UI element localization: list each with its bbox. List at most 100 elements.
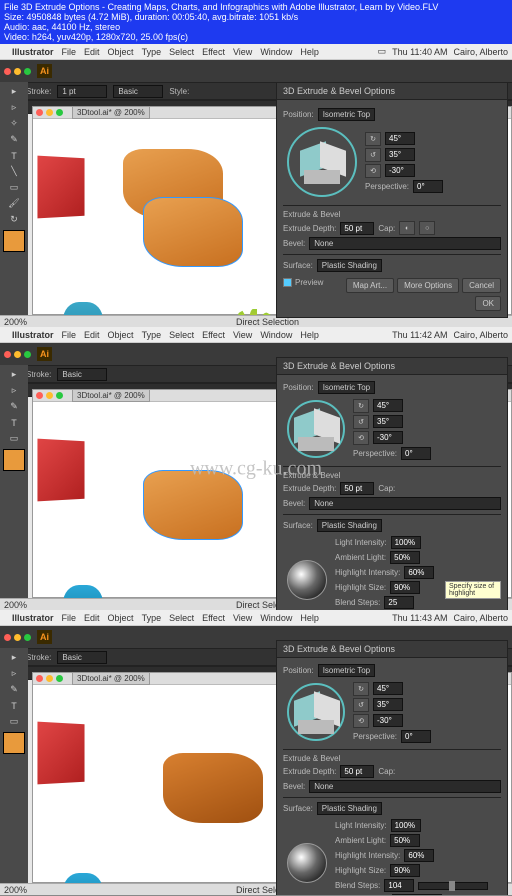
view-menu[interactable]: View: [233, 330, 252, 340]
ok-button[interactable]: OK: [475, 296, 501, 311]
x-axis-icon[interactable]: ↻: [365, 132, 381, 146]
effect-menu[interactable]: Effect: [202, 330, 225, 340]
user-name[interactable]: Cairo, Alberto: [453, 330, 508, 340]
depth-input[interactable]: 50 pt: [340, 765, 374, 778]
cap-off-icon[interactable]: ○: [419, 221, 435, 235]
type-menu[interactable]: Type: [142, 613, 162, 623]
depth-input[interactable]: 50 pt: [340, 482, 374, 495]
help-menu[interactable]: Help: [300, 330, 319, 340]
window-menu[interactable]: Window: [260, 47, 292, 57]
x-angle-input[interactable]: 45°: [385, 132, 415, 145]
edit-menu[interactable]: Edit: [84, 613, 100, 623]
file-menu[interactable]: File: [62, 613, 77, 623]
object-menu[interactable]: Object: [108, 613, 134, 623]
orientation-cube[interactable]: [287, 683, 345, 741]
y-axis-icon[interactable]: ↺: [353, 698, 369, 712]
zoom-level[interactable]: 200%: [4, 317, 27, 327]
map-art-button[interactable]: Map Art...: [346, 278, 394, 293]
pen-tool-icon[interactable]: ✎: [2, 132, 26, 147]
window-menu[interactable]: Window: [260, 613, 292, 623]
z-axis-icon[interactable]: ⟲: [353, 714, 369, 728]
red-shape[interactable]: [37, 722, 84, 785]
light-sphere[interactable]: [287, 843, 327, 883]
zoom-level[interactable]: 200%: [4, 885, 27, 895]
position-select[interactable]: Isometric Top: [318, 664, 375, 677]
bevel-select[interactable]: None: [309, 237, 501, 250]
blend-steps-input[interactable]: 104: [384, 879, 414, 892]
doc-close-icon[interactable]: [36, 675, 43, 682]
doc-tab[interactable]: 3Dtool.ai* @ 200%: [72, 389, 150, 402]
orientation-cube[interactable]: [287, 127, 357, 197]
highlight-size-input[interactable]: 90%: [390, 864, 420, 877]
help-menu[interactable]: Help: [300, 47, 319, 57]
surface-select[interactable]: Plastic Shading: [317, 802, 382, 815]
help-menu[interactable]: Help: [300, 613, 319, 623]
user-name[interactable]: Cairo, Alberto: [453, 47, 508, 57]
selection-tool-icon[interactable]: ▸: [2, 650, 26, 665]
cap-on-icon[interactable]: ◐: [399, 221, 415, 235]
doc-close-icon[interactable]: [36, 109, 43, 116]
highlight-int-input[interactable]: 60%: [404, 566, 434, 579]
light-intensity-input[interactable]: 100%: [391, 819, 421, 832]
effect-menu[interactable]: Effect: [202, 613, 225, 623]
object-menu[interactable]: Object: [108, 330, 134, 340]
rect-tool-icon[interactable]: ▭: [2, 180, 26, 195]
orange-shape-selected[interactable]: [143, 197, 243, 267]
y-angle-input[interactable]: 35°: [373, 415, 403, 428]
type-menu[interactable]: Type: [142, 330, 162, 340]
z-angle-input[interactable]: -30°: [385, 164, 415, 177]
user-name[interactable]: Cairo, Alberto: [453, 613, 508, 623]
pen-tool-icon[interactable]: ✎: [2, 399, 26, 414]
selection-tool-icon[interactable]: ▸: [2, 367, 26, 382]
doc-zoom-icon[interactable]: [56, 392, 63, 399]
x-axis-icon[interactable]: ↻: [353, 682, 369, 696]
z-angle-input[interactable]: -30°: [373, 431, 403, 444]
orientation-cube[interactable]: [287, 400, 345, 458]
ambient-input[interactable]: 50%: [390, 551, 420, 564]
edit-menu[interactable]: Edit: [84, 330, 100, 340]
position-select[interactable]: Isometric Top: [318, 381, 375, 394]
y-axis-icon[interactable]: ↺: [353, 415, 369, 429]
orange-shape-selected[interactable]: [163, 753, 263, 823]
perspective-input[interactable]: 0°: [413, 180, 443, 193]
type-tool-icon[interactable]: T: [2, 415, 26, 430]
bevel-select[interactable]: None: [309, 497, 501, 510]
brush-preset[interactable]: Basic: [113, 85, 163, 98]
perspective-input[interactable]: 0°: [401, 730, 431, 743]
doc-close-icon[interactable]: [36, 392, 43, 399]
battery-icon[interactable]: ▭: [378, 46, 387, 57]
position-select[interactable]: Isometric Top: [318, 108, 375, 121]
light-sphere[interactable]: [287, 560, 327, 600]
window-controls[interactable]: [4, 634, 31, 641]
doc-min-icon[interactable]: [46, 109, 53, 116]
edit-menu[interactable]: Edit: [84, 47, 100, 57]
window-menu[interactable]: Window: [260, 330, 292, 340]
app-menu[interactable]: Illustrator: [12, 613, 54, 623]
doc-min-icon[interactable]: [46, 675, 53, 682]
line-tool-icon[interactable]: ╲: [2, 164, 26, 179]
pen-tool-icon[interactable]: ✎: [2, 682, 26, 697]
bevel-select[interactable]: None: [309, 780, 501, 793]
zoom-level[interactable]: 200%: [4, 600, 27, 610]
fill-color-swatch[interactable]: [3, 449, 25, 471]
direct-selection-tool-icon[interactable]: ▹: [2, 100, 26, 115]
select-menu[interactable]: Select: [169, 330, 194, 340]
direct-selection-tool-icon[interactable]: ▹: [2, 666, 26, 681]
window-controls[interactable]: [4, 351, 31, 358]
type-menu[interactable]: Type: [142, 47, 162, 57]
direct-selection-tool-icon[interactable]: ▹: [2, 383, 26, 398]
orange-shape-selected[interactable]: [143, 470, 243, 540]
depth-input[interactable]: 50 pt: [340, 222, 374, 235]
brush-tool-icon[interactable]: 🖌: [2, 196, 26, 211]
surface-select[interactable]: Plastic Shading: [317, 259, 382, 272]
perspective-input[interactable]: 0°: [401, 447, 431, 460]
x-axis-icon[interactable]: ↻: [353, 399, 369, 413]
cancel-button[interactable]: Cancel: [462, 278, 501, 293]
blend-steps-input[interactable]: 25: [384, 596, 414, 609]
highlight-int-input[interactable]: 60%: [404, 849, 434, 862]
stroke-weight[interactable]: 1 pt: [57, 85, 107, 98]
rotate-tool-icon[interactable]: ↻: [2, 212, 26, 227]
type-tool-icon[interactable]: T: [2, 148, 26, 163]
light-intensity-input[interactable]: 100%: [391, 536, 421, 549]
z-axis-icon[interactable]: ⟲: [365, 164, 381, 178]
